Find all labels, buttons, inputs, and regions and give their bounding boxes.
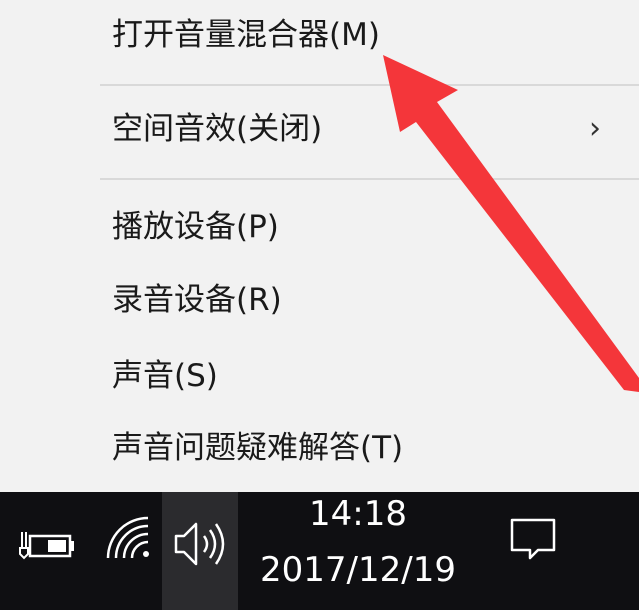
taskbar: 14:18 2017/12/19 <box>0 492 639 610</box>
menu-item-spatial-sound[interactable]: 空间音效(关闭) › <box>112 100 619 158</box>
clock-time: 14:18 <box>309 494 407 534</box>
clock[interactable]: 14:18 2017/12/19 <box>238 492 478 610</box>
menu-separator <box>100 84 639 86</box>
wifi-button[interactable] <box>90 492 162 610</box>
volume-icon <box>174 522 225 566</box>
battery-button[interactable] <box>0 492 90 610</box>
menu-item-label: 声音(S) <box>112 358 218 394</box>
menu-item-sounds[interactable]: 声音(S) <box>112 347 619 405</box>
context-menu: 打开音量混合器(M) 空间音效(关闭) › 播放设备(P) 录音设备(R) 声音… <box>0 0 639 492</box>
menu-item-label: 播放设备(P) <box>112 209 279 245</box>
menu-separator <box>100 178 639 180</box>
menu-item-label: 录音设备(R) <box>112 282 282 318</box>
menu-item-label: 声音问题疑难解答(T) <box>112 430 404 466</box>
menu-item-playback-devices[interactable]: 播放设备(P) <box>112 198 619 256</box>
volume-button[interactable] <box>162 492 238 610</box>
menu-item-label: 打开音量混合器(M) <box>112 17 380 53</box>
notification-icon <box>510 518 556 560</box>
menu-item-recording-devices[interactable]: 录音设备(R) <box>112 271 619 329</box>
menu-item-label: 空间音效(关闭) <box>112 111 323 147</box>
action-center-button[interactable] <box>496 492 576 610</box>
menu-item-open-volume-mixer[interactable]: 打开音量混合器(M) <box>112 6 619 64</box>
menu-item-troubleshoot[interactable]: 声音问题疑难解答(T) <box>112 419 619 477</box>
chevron-right-icon: › <box>589 111 601 146</box>
battery-icon <box>19 532 74 560</box>
clock-date: 2017/12/19 <box>260 550 456 590</box>
wifi-icon <box>106 516 149 559</box>
